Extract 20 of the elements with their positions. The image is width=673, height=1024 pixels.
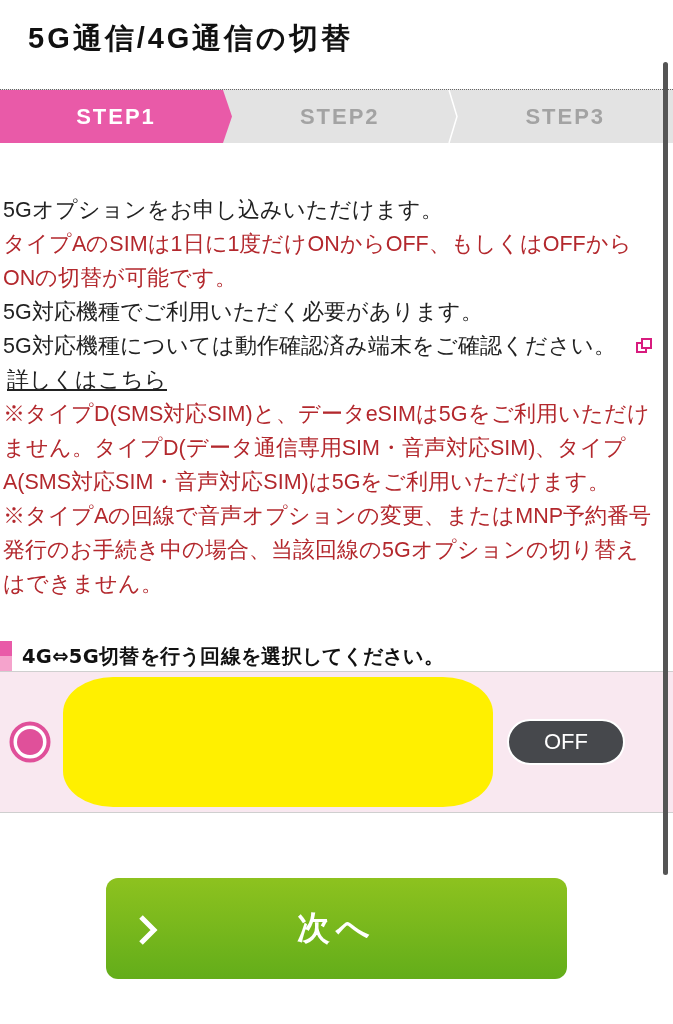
chevron-right-icon <box>138 914 158 946</box>
details-link[interactable]: 詳しくはこちら <box>7 368 167 392</box>
external-link-icon <box>635 338 652 354</box>
line-row[interactable]: OFF <box>0 671 673 813</box>
notice-text: ※タイプAの回線で音声オプションの変更、またはMNP予約番号発行のお手続き中の場合、当該回線の5Gオプションの切り替えはできません。 <box>3 503 653 598</box>
toggle-switch[interactable]: OFF <box>507 719 625 765</box>
notice-text: 5Gオプションをお申し込みいただけます。 <box>3 197 444 224</box>
notice-text: 5G対応機種については動作確認済み端末をご確認ください。 詳しくはこちら <box>3 329 661 397</box>
notice-text: ※タイプD(SMS対応SIM)と、データeSIMは5Gをご利用いただけません。タイプD(データ通信専用SIM・音声対応SIM)、タイプA(SMS対応SIM・音声対応SIM)は5Gをご利用いただけます。 <box>3 401 651 496</box>
section-marker-icon <box>0 641 12 671</box>
section-heading: 4G⇔5G切替を行う回線を選択してください。 <box>22 643 445 670</box>
progress-step: STEP2 <box>232 90 448 143</box>
scrollbar[interactable] <box>663 62 668 875</box>
progress-step: STEP1 <box>0 90 232 143</box>
page-title: 5G通信/4G通信の切替 <box>28 21 354 56</box>
notice-text: タイプAのSIMは1日に1度だけONからOFF、もしくはOFFからONの切替が可能です。 <box>3 231 633 292</box>
notice-text: 5G対応機種でご利用いただく必要があります。 <box>3 299 484 326</box>
progress-step: STEP3 <box>457 90 673 143</box>
radio-button[interactable] <box>9 721 51 763</box>
chevron-separator-icon <box>447 90 458 143</box>
